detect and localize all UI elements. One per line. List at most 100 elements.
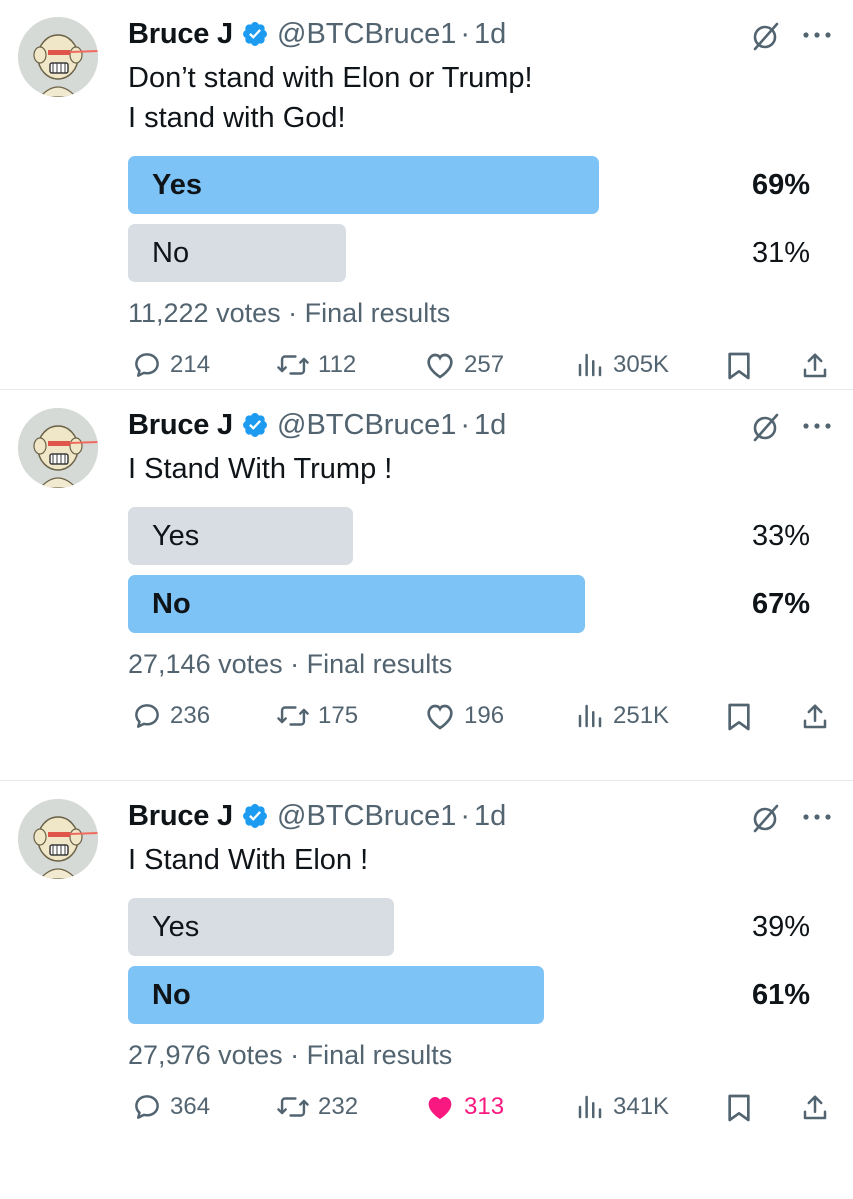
reply-button[interactable]: 364 [132, 1092, 210, 1122]
views-icon [575, 1092, 605, 1122]
reply-icon [132, 350, 162, 380]
bookmark-button[interactable] [724, 1092, 754, 1124]
tweet-header: Bruce J @BTCBruce1 · 1d [128, 12, 506, 56]
display-name[interactable]: Bruce J [128, 409, 233, 442]
avatar-image[interactable] [18, 17, 98, 97]
bookmark-icon [724, 1092, 754, 1124]
views-count: 305K [613, 351, 670, 378]
timestamp[interactable]: 1d [474, 800, 506, 833]
like-button[interactable]: 196 [424, 701, 504, 731]
repost-icon [276, 350, 310, 380]
share-button[interactable] [800, 1092, 830, 1124]
poll-status: Final results [304, 298, 451, 328]
bookmark-button[interactable] [724, 350, 754, 382]
more-icon[interactable] [800, 804, 834, 830]
repost-icon [276, 1092, 310, 1122]
poll-option-percent: 61% [751, 979, 810, 1011]
vote-count: 27,146 votes [128, 649, 283, 679]
tweet-header: Bruce J @BTCBruce1 · 1d [128, 794, 506, 838]
poll-option-label: No [152, 588, 191, 620]
vote-count: 11,222 votes [128, 298, 281, 328]
reply-count: 364 [170, 1093, 211, 1120]
tweet[interactable]: Bruce J @BTCBruce1 · 1d I Stand With Tru… [0, 391, 853, 781]
separator-dot: · [290, 649, 300, 679]
timestamp[interactable]: 1d [474, 409, 506, 442]
share-icon [800, 701, 830, 733]
grok-icon[interactable] [750, 802, 782, 834]
share-icon [800, 1092, 830, 1124]
separator-dot: · [460, 799, 470, 832]
separator-dot: · [290, 1040, 300, 1070]
user-handle[interactable]: @BTCBruce1 [277, 18, 456, 51]
share-button[interactable] [800, 701, 830, 733]
like-count: 313 [464, 1093, 505, 1120]
verified-badge-icon[interactable] [233, 20, 277, 48]
bookmark-icon [724, 350, 754, 382]
reply-button[interactable]: 214 [132, 350, 210, 380]
repost-count: 232 [318, 1093, 359, 1120]
reply-icon [132, 701, 162, 731]
like-count: 257 [464, 351, 505, 378]
like-button[interactable]: 313 [424, 1092, 504, 1122]
avatar-image[interactable] [18, 799, 98, 879]
poll-status: Final results [306, 649, 453, 679]
tweet[interactable]: Bruce J @BTCBruce1 · 1d I Stand With Elo… [0, 782, 853, 1199]
repost-button[interactable]: 232 [276, 1092, 358, 1122]
avatar-image[interactable] [18, 408, 98, 488]
like-button[interactable]: 257 [424, 350, 504, 380]
poll-option-percent: 33% [751, 520, 810, 552]
reply-button[interactable]: 236 [132, 701, 210, 731]
views-button[interactable]: 251K [575, 701, 669, 731]
like-count: 196 [464, 702, 505, 729]
timestamp[interactable]: 1d [474, 18, 506, 51]
views-icon [575, 350, 605, 380]
poll-summary: 11,222 votes · Final results [128, 298, 450, 329]
poll-option-percent: 67% [751, 588, 810, 620]
bookmark-button[interactable] [724, 701, 754, 733]
verified-badge-icon[interactable] [233, 411, 277, 439]
share-button[interactable] [800, 350, 830, 382]
like-icon [424, 1092, 456, 1122]
repost-icon [276, 701, 310, 731]
poll-summary: 27,146 votes · Final results [128, 649, 452, 680]
more-icon[interactable] [800, 22, 834, 48]
poll-option-label: No [152, 979, 191, 1011]
poll-option-label: Yes [152, 169, 202, 201]
views-count: 341K [613, 1093, 670, 1120]
reply-count: 214 [170, 351, 211, 378]
poll-summary: 27,976 votes · Final results [128, 1040, 452, 1071]
views-count: 251K [613, 702, 670, 729]
repost-button[interactable]: 112 [276, 350, 356, 380]
display-name[interactable]: Bruce J [128, 800, 233, 833]
like-icon [424, 350, 456, 380]
separator-dot: · [288, 298, 298, 328]
tweet[interactable]: Bruce J @BTCBruce1 · 1d Don’t stand with… [0, 0, 853, 390]
bookmark-icon [724, 701, 754, 733]
tweet-text: I Stand With Elon ! [128, 844, 369, 876]
user-handle[interactable]: @BTCBruce1 [277, 409, 456, 442]
tweet-text: Don’t stand with Elon or Trump! I stand … [128, 62, 533, 134]
reply-count: 236 [170, 702, 211, 729]
share-icon [800, 350, 830, 382]
verified-badge-icon[interactable] [233, 802, 277, 830]
views-button[interactable]: 341K [575, 1092, 669, 1122]
repost-button[interactable]: 175 [276, 701, 358, 731]
repost-count: 112 [318, 351, 357, 378]
repost-count: 175 [318, 702, 359, 729]
grok-icon[interactable] [750, 411, 782, 443]
like-icon [424, 701, 456, 731]
display-name[interactable]: Bruce J [128, 18, 233, 51]
poll-option-label: Yes [152, 520, 200, 552]
poll-status: Final results [306, 1040, 453, 1070]
views-icon [575, 701, 605, 731]
poll-option-percent: 39% [751, 911, 810, 943]
views-button[interactable]: 305K [575, 350, 669, 380]
poll-option-bar [128, 575, 585, 633]
more-icon[interactable] [800, 413, 834, 439]
poll-option-label: No [152, 237, 190, 269]
grok-icon[interactable] [750, 20, 782, 52]
poll-option-label: Yes [152, 911, 200, 943]
user-handle[interactable]: @BTCBruce1 [277, 800, 456, 833]
poll-option-percent: 69% [751, 169, 810, 201]
separator-dot: · [460, 408, 470, 441]
